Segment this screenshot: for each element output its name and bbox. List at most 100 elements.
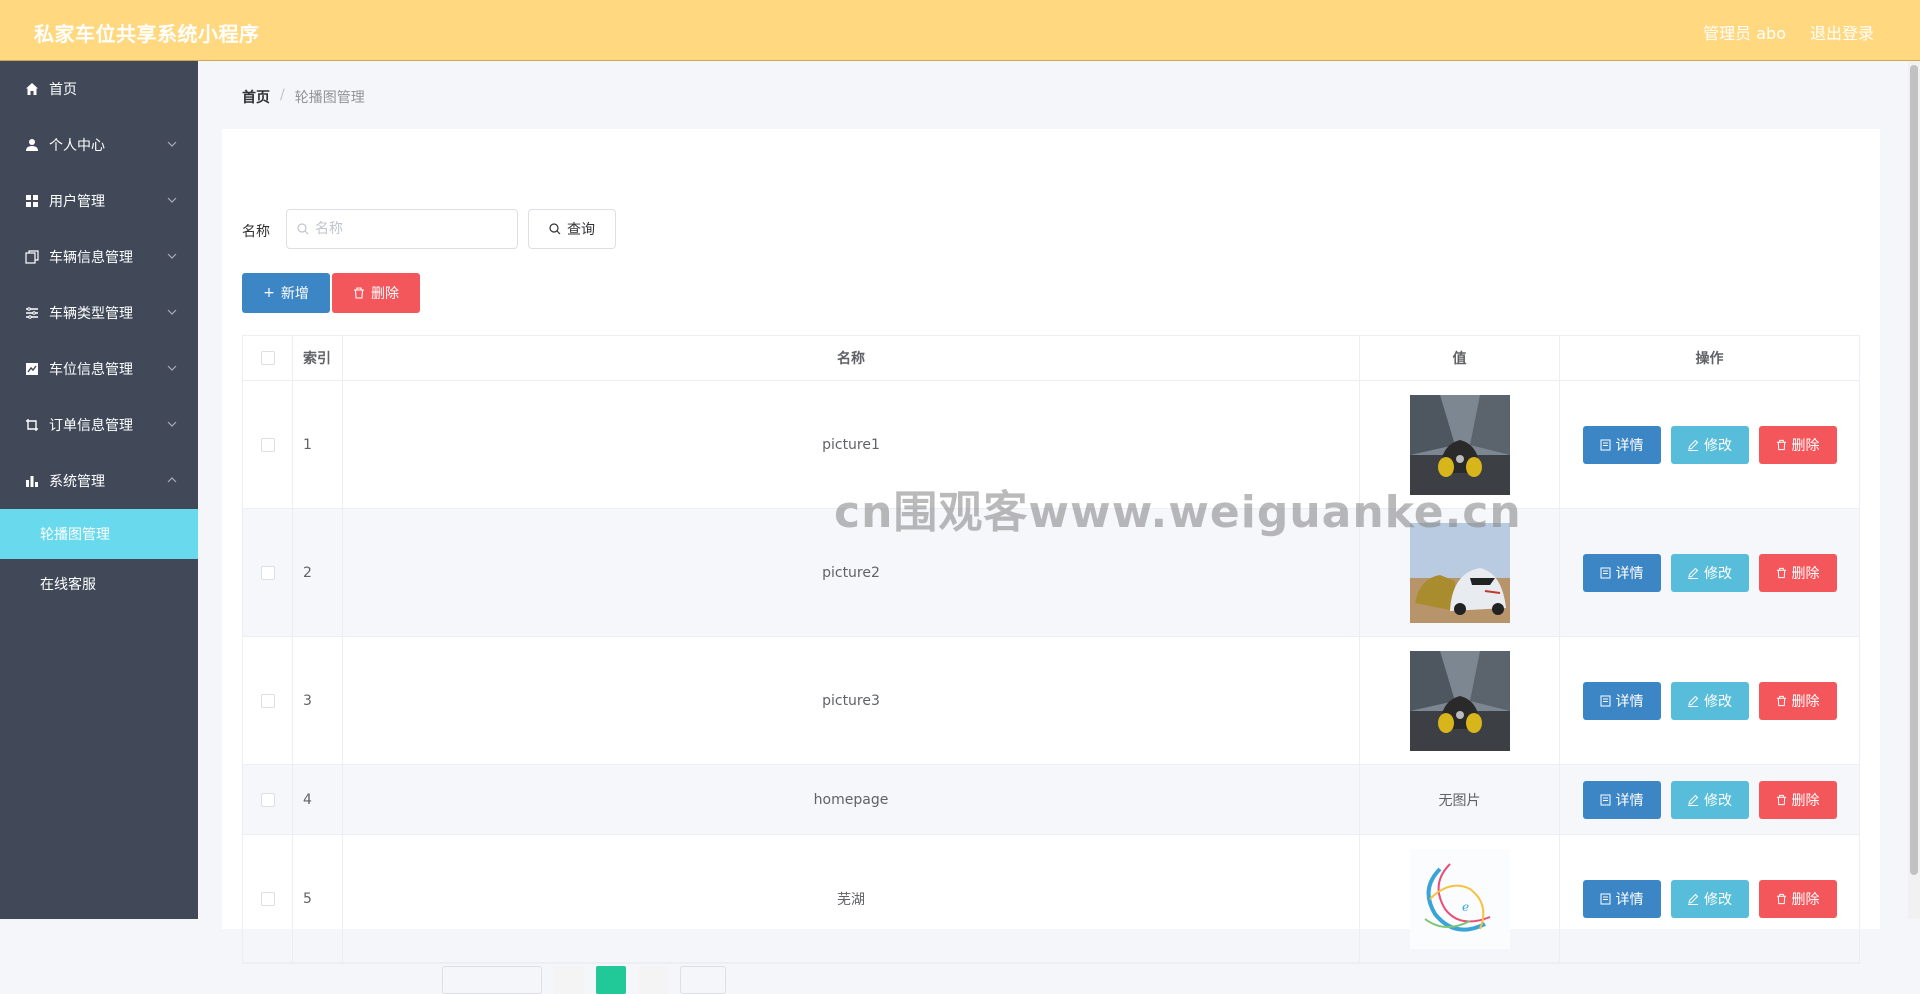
detail-button[interactable]: 详情: [1582, 681, 1661, 720]
row-name: picture3: [343, 637, 1360, 764]
table-body: 1 picture1 详情 修改 删除 2 picture2 详情 修改 删除 3 picture3 详…: [243, 381, 1859, 963]
svg-text:e: e: [1462, 900, 1469, 914]
sidebar-item-orders[interactable]: 订单信息管理: [0, 397, 198, 453]
page-button-current[interactable]: [596, 966, 626, 994]
header-user-area: 管理员 abo 退出登录: [1703, 20, 1874, 44]
row-name: homepage: [343, 765, 1360, 834]
select-all-checkbox[interactable]: [260, 351, 275, 365]
chevron-down-icon: [167, 141, 177, 147]
bar-chart-icon: [24, 473, 40, 489]
row-checkbox[interactable]: [260, 693, 275, 708]
query-button[interactable]: 查询: [528, 209, 616, 249]
search-field[interactable]: [286, 209, 518, 249]
row-delete-button[interactable]: 删除: [1758, 681, 1837, 720]
detail-button[interactable]: 详情: [1582, 780, 1661, 819]
row-name: 芜湖: [343, 835, 1360, 962]
row-checkbox-cell: [243, 835, 293, 962]
row-checkbox[interactable]: [260, 437, 275, 452]
header-value: 值: [1360, 336, 1560, 380]
prev-page-button[interactable]: [554, 966, 584, 994]
add-button[interactable]: + 新增: [242, 273, 330, 313]
delete-button-label: 删除: [1791, 437, 1820, 454]
trash-icon: [1776, 439, 1786, 450]
detail-button[interactable]: 详情: [1582, 425, 1661, 464]
batch-delete-button[interactable]: 删除: [332, 273, 420, 313]
row-name: picture1: [343, 381, 1360, 508]
edit-button-label: 修改: [1704, 565, 1732, 582]
edit-button[interactable]: 修改: [1670, 553, 1749, 592]
admin-user-label[interactable]: 管理员 abo: [1703, 20, 1786, 44]
row-checkbox-cell: [243, 509, 293, 636]
sidebar-subitem-carousel[interactable]: 轮播图管理: [0, 509, 198, 559]
carousel-table: 索引 名称 值 操作 1 picture1 详情 修改 删除 2 picture2 详情 修改删…: [242, 335, 1860, 964]
detail-button[interactable]: 详情: [1582, 879, 1661, 918]
edit-button[interactable]: 修改: [1670, 780, 1749, 819]
header-name: 名称: [343, 336, 1360, 380]
breadcrumb-home[interactable]: 首页: [242, 87, 270, 107]
row-name: picture2: [343, 509, 1360, 636]
document-icon: [1600, 695, 1610, 706]
detail-button[interactable]: 详情: [1582, 553, 1661, 592]
row-ops: 详情 修改 删除: [1560, 765, 1859, 834]
breadcrumb: 首页 / 轮播图管理: [242, 87, 365, 107]
table-row: 1 picture1 详情 修改 删除: [243, 381, 1859, 509]
document-icon: [1600, 893, 1610, 904]
table-header: 索引 名称 值 操作: [243, 336, 1859, 381]
edit-icon: [1688, 794, 1699, 806]
header-ops: 操作: [1695, 351, 1724, 367]
chevron-down-icon: [167, 365, 177, 371]
breadcrumb-separator: /: [280, 87, 285, 103]
edit-icon: [1688, 695, 1699, 707]
row-index: 1: [293, 381, 343, 508]
row-delete-button[interactable]: 删除: [1758, 780, 1837, 819]
document-icon: [1600, 567, 1610, 578]
logout-link[interactable]: 退出登录: [1810, 20, 1874, 44]
page-jump-input[interactable]: [680, 966, 726, 994]
next-page-button[interactable]: [638, 966, 668, 994]
edit-button[interactable]: 修改: [1670, 879, 1749, 918]
search-input[interactable]: [315, 221, 505, 237]
delete-button-label: 删除: [1791, 792, 1820, 809]
table-row: 5 芜湖 e 详情 修改 删除: [243, 835, 1859, 963]
sidebar-item-label: 车位信息管理: [49, 362, 133, 378]
scrollbar-thumb[interactable]: [1910, 65, 1918, 875]
edit-button-label: 修改: [1704, 891, 1732, 908]
row-checkbox-cell: [243, 637, 293, 764]
row-delete-button[interactable]: 删除: [1758, 425, 1837, 464]
row-delete-button[interactable]: 删除: [1758, 553, 1837, 592]
sidebar-item-profile[interactable]: 个人中心: [0, 117, 198, 173]
chevron-up-icon: [167, 477, 177, 483]
row-checkbox[interactable]: [260, 565, 275, 580]
row-checkbox[interactable]: [260, 792, 275, 807]
row-checkbox[interactable]: [260, 891, 275, 906]
edit-button[interactable]: 修改: [1670, 425, 1749, 464]
sidebar-item-vehicle-types[interactable]: 车辆类型管理: [0, 285, 198, 341]
sidebar-item-vehicles[interactable]: 车辆信息管理: [0, 229, 198, 285]
top-header: 私家车位共享系统小程序 管理员 abo 退出登录: [0, 0, 1920, 61]
trash-icon: [1776, 794, 1786, 805]
car-photo-image: [1409, 394, 1510, 495]
sidebar-subitem-customer-service[interactable]: 在线客服: [0, 559, 198, 609]
delete-button-label: 删除: [1791, 565, 1820, 582]
sidebar-item-system[interactable]: 系统管理: [0, 453, 198, 509]
chevron-down-icon: [167, 253, 177, 259]
detail-button-label: 详情: [1615, 891, 1644, 908]
edit-button[interactable]: 修改: [1670, 681, 1749, 720]
detail-button-label: 详情: [1615, 693, 1644, 710]
edit-button-label: 修改: [1704, 693, 1732, 710]
home-icon: [24, 81, 40, 97]
swirl-logo-image: e: [1409, 848, 1510, 949]
document-icon: [1600, 439, 1610, 450]
sidebar-item-parking[interactable]: 车位信息管理: [0, 341, 198, 397]
list-icon: [24, 305, 40, 321]
detail-button-label: 详情: [1615, 437, 1644, 454]
sidebar-item-label: 个人中心: [49, 138, 105, 154]
delete-button-label: 删除: [371, 286, 399, 302]
edit-button-label: 修改: [1704, 792, 1732, 809]
page-scrollbar[interactable]: [1908, 61, 1920, 919]
row-delete-button[interactable]: 删除: [1758, 879, 1837, 918]
sidebar-item-home[interactable]: 首页: [0, 61, 198, 117]
trash-icon: [1776, 567, 1786, 578]
page-size-select[interactable]: [442, 966, 542, 994]
sidebar-item-users[interactable]: 用户管理: [0, 173, 198, 229]
